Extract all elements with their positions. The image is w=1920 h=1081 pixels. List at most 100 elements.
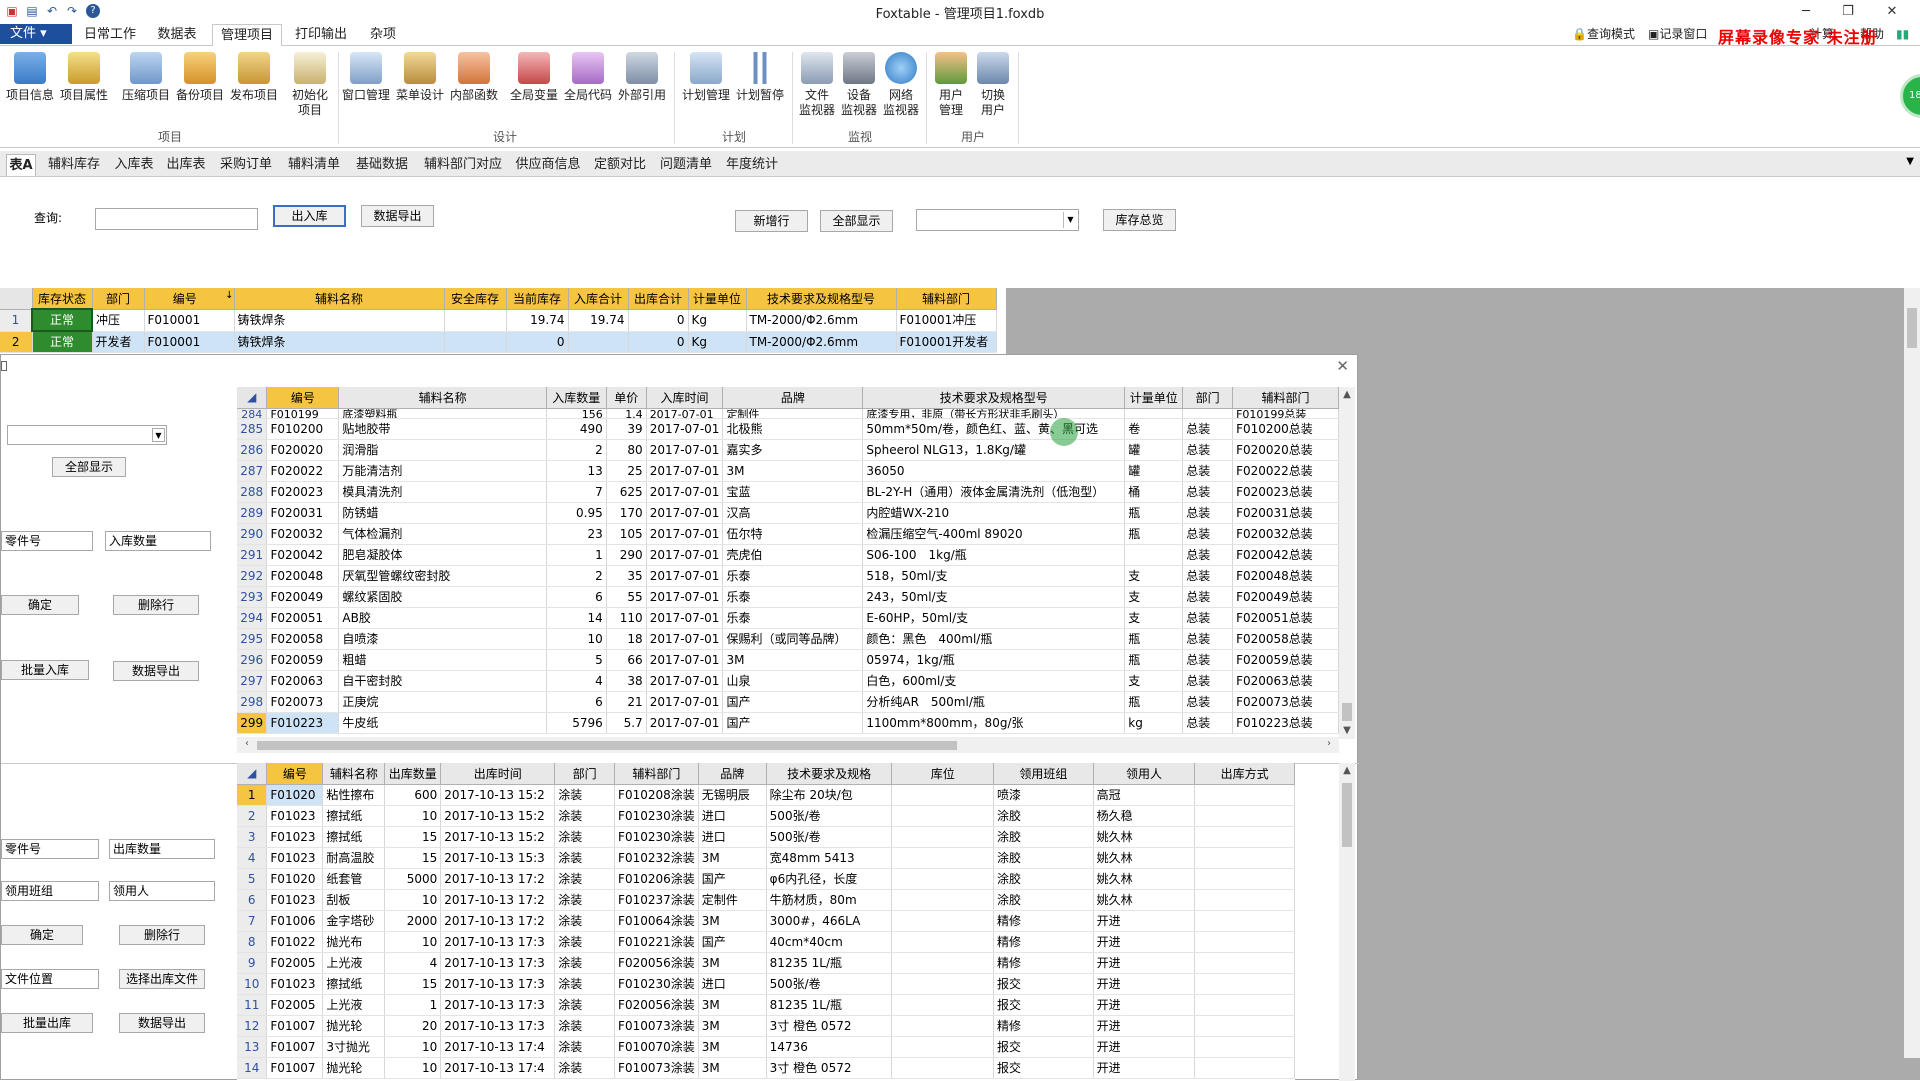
corner-cell[interactable]	[0, 288, 33, 310]
table-row[interactable]: 298 F020073 正庚烷 6 21 2017-07-01 国产 分析纯AR 500ml/…	[237, 691, 1339, 713]
cell[interactable]: 总装	[1182, 439, 1234, 461]
choose-file-button[interactable]: 选择出库文件	[119, 969, 205, 989]
row-number[interactable]: 294	[237, 607, 268, 629]
cell[interactable]: F020031总装	[1232, 502, 1339, 524]
cell[interactable]: F020058总装	[1232, 628, 1339, 650]
table-row[interactable]: 284 F010199 底漆塑料瓶 156 1.4 2017-07-01 定制件…	[237, 408, 1339, 419]
tab-data-table[interactable]: 数据表	[146, 24, 208, 46]
cell[interactable]: 擦拭纸	[322, 805, 386, 827]
cell[interactable]: F01023	[266, 889, 324, 911]
cell[interactable]: F010199	[266, 408, 340, 419]
col-header[interactable]: 辅料名称	[322, 763, 386, 785]
cell[interactable]: 润滑脂	[338, 439, 547, 461]
cell[interactable]: 5000	[384, 868, 442, 890]
cell[interactable]	[891, 1057, 994, 1079]
cell[interactable]: 490	[546, 418, 607, 440]
menu-design-button[interactable]: 菜单设计	[394, 50, 446, 126]
row-number[interactable]: 5	[237, 868, 268, 890]
scroll-thumb[interactable]	[257, 741, 957, 750]
stock-overview-button[interactable]: 库存总览	[1103, 209, 1176, 231]
cell[interactable]: AB胶	[338, 607, 547, 629]
cell[interactable]: 15	[384, 847, 442, 869]
cell[interactable]: 1.4	[606, 408, 647, 419]
table-row[interactable]: 285 F010200 贴地胶带 490 39 2017-07-01 北极熊 50mm*50m…	[237, 418, 1339, 440]
global-var-button[interactable]: 全局变量	[508, 50, 560, 126]
cell[interactable]: 进口	[698, 826, 767, 848]
cell[interactable]: 喷漆	[993, 784, 1094, 806]
row-number[interactable]: 289	[237, 502, 268, 524]
cell[interactable]: 抛光轮	[322, 1057, 386, 1079]
row-number[interactable]: 14	[237, 1057, 268, 1079]
cell[interactable]: 81235 1L/瓶	[766, 952, 893, 974]
col-header[interactable]: 辅料部门	[1232, 387, 1339, 409]
sheet-tab-annual[interactable]: 年度统计	[722, 154, 782, 176]
cell[interactable]: 20	[384, 1015, 442, 1037]
scroll-thumb[interactable]	[1342, 783, 1352, 847]
cell[interactable]: 支	[1124, 670, 1184, 692]
table-row[interactable]: 5 F01020 纸套管 5000 2017-10-13 17:2 涂装 F010206涂装…	[237, 868, 1295, 890]
cell[interactable]: 瓶	[1124, 649, 1184, 671]
sheet-tab-material-list[interactable]: 辅料清单	[284, 154, 344, 176]
cell[interactable]: F020058	[266, 628, 340, 650]
query-mode-link[interactable]: 🔒查询模式	[1572, 25, 1635, 43]
cell[interactable]: 36050	[862, 460, 1126, 482]
cell[interactable]: 涂胶	[993, 868, 1094, 890]
cell[interactable]: 总装	[1182, 502, 1234, 524]
cell[interactable]: 涂装	[554, 868, 616, 890]
close-icon[interactable]: ✕	[1872, 2, 1912, 22]
cell[interactable]: 乐泰	[722, 586, 864, 608]
cell[interactable]: F02005	[266, 994, 324, 1016]
cell[interactable]: 55	[606, 586, 647, 608]
file-location-input[interactable]: 文件位置	[1, 969, 99, 989]
show-all-button[interactable]: 全部显示	[820, 210, 893, 232]
external-ref-button[interactable]: 外部引用	[616, 50, 668, 126]
row-number[interactable]: 11	[237, 994, 268, 1016]
cell[interactable]: F01006	[266, 910, 324, 932]
cell[interactable]: 擦拭纸	[322, 826, 386, 848]
row-number[interactable]: 6	[237, 889, 268, 911]
row-number[interactable]: 4	[237, 847, 268, 869]
cell[interactable]: F020056涂装	[614, 952, 699, 974]
cell[interactable]: 瓶	[1124, 502, 1184, 524]
init-project-button[interactable]: 初始化 项目	[284, 50, 336, 126]
cell[interactable]: 3M	[698, 847, 767, 869]
cell[interactable]: F010230涂装	[614, 826, 699, 848]
cell[interactable]: F020059	[266, 649, 340, 671]
cell[interactable]: 105	[606, 523, 647, 545]
cell[interactable]: 嘉实多	[722, 439, 864, 461]
col-header[interactable]: 出库合计	[628, 288, 689, 310]
cell[interactable]: F010200总装	[1232, 418, 1339, 440]
cell[interactable]: 10	[384, 889, 442, 911]
user-manage-button[interactable]: 用户 管理	[930, 50, 972, 126]
tab-print-output[interactable]: 打印输出	[286, 24, 356, 46]
cell[interactable]: 国产	[698, 931, 767, 953]
confirm-button[interactable]: 确定	[1, 595, 79, 615]
col-header[interactable]: 库位	[891, 763, 994, 785]
row-number[interactable]: 298	[237, 691, 268, 713]
in-qty-input[interactable]: 入库数量	[105, 531, 211, 551]
cell[interactable]: F010237涂装	[614, 889, 699, 911]
cell[interactable]: 瓶	[1124, 628, 1184, 650]
cell[interactable]: 精修	[993, 1015, 1094, 1037]
col-header[interactable]: 库存状态	[32, 288, 93, 310]
cell[interactable]: 定制件	[722, 408, 864, 419]
cell[interactable]: 81235 1L/瓶	[766, 994, 893, 1016]
cell[interactable]: 6	[546, 691, 607, 713]
cell[interactable]	[1194, 1015, 1295, 1037]
cell[interactable]: 涂装	[554, 826, 616, 848]
cell[interactable]: 2017-07-01	[646, 460, 724, 482]
cell[interactable]: 2017-07-01	[646, 418, 724, 440]
cell[interactable]: 姚久林	[1093, 868, 1196, 890]
cell[interactable]	[444, 309, 507, 332]
cell[interactable]: 2017-07-01	[646, 712, 724, 734]
plan-manage-button[interactable]: 计划管理	[680, 50, 732, 126]
cell[interactable]: 桶	[1124, 481, 1184, 503]
cell[interactable]: F020032	[266, 523, 340, 545]
cell[interactable]: 报交	[993, 973, 1094, 995]
cell[interactable]: 0	[628, 309, 689, 332]
network-monitor-button[interactable]: 网络 监视器	[880, 50, 922, 126]
cell[interactable]: 除尘布 20块/包	[766, 784, 893, 806]
cell[interactable]: 国产	[722, 712, 864, 734]
cell[interactable]: F010206涂装	[614, 868, 699, 890]
cell[interactable]: 涂胶	[993, 805, 1094, 827]
